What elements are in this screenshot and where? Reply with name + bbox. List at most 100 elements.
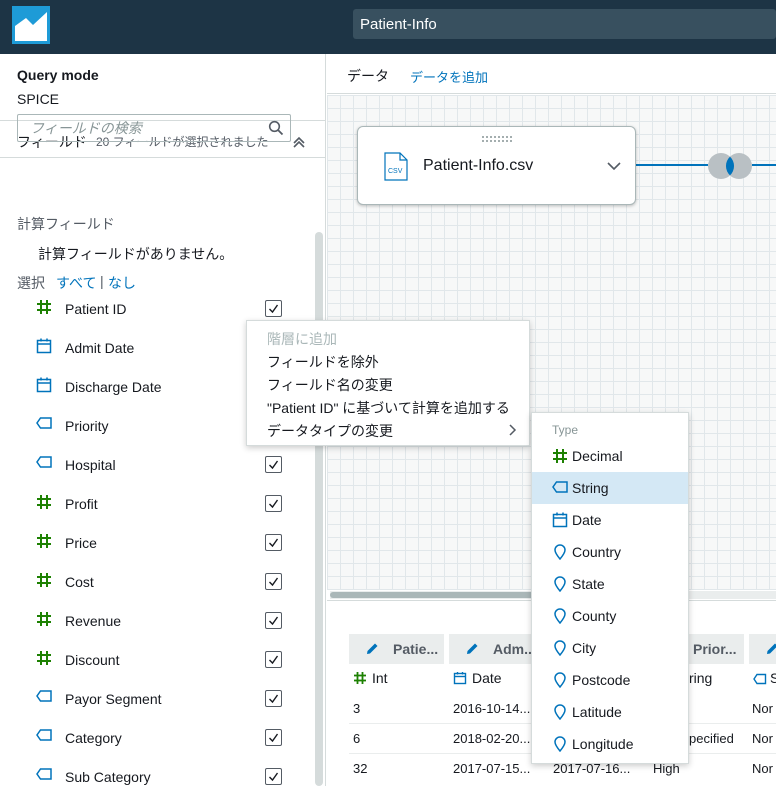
calc-fields-empty: 計算フィールドがありません。 bbox=[38, 246, 234, 262]
field-checkbox[interactable] bbox=[265, 651, 282, 668]
csv-file-icon: CSV bbox=[384, 152, 408, 181]
number-icon bbox=[36, 611, 56, 631]
type-option-country[interactable]: Country bbox=[532, 536, 688, 568]
dataset-title-input[interactable]: Patient-Info bbox=[353, 9, 776, 39]
type-option-city[interactable]: City bbox=[532, 632, 688, 664]
field-item[interactable]: Payor Segment bbox=[36, 689, 286, 709]
field-search-box[interactable] bbox=[17, 114, 291, 142]
column-header[interactable]: Adm... bbox=[449, 634, 544, 664]
type-option-state[interactable]: State bbox=[532, 568, 688, 600]
chevron-right-icon bbox=[507, 423, 517, 437]
string-icon bbox=[36, 728, 56, 748]
column-type-label[interactable]: Int bbox=[372, 670, 388, 686]
column-type-label[interactable]: S bbox=[770, 670, 776, 686]
field-item[interactable]: Patient ID bbox=[36, 299, 286, 319]
quicksight-logo-icon[interactable] bbox=[12, 6, 50, 44]
calendar-icon bbox=[36, 377, 56, 397]
type-option-date[interactable]: Date bbox=[532, 504, 688, 536]
field-checkbox[interactable] bbox=[265, 300, 282, 317]
search-icon[interactable] bbox=[268, 120, 284, 136]
table-cell: 2017-07-15... bbox=[453, 761, 531, 776]
csv-icon-text: CSV bbox=[388, 168, 403, 175]
menu-item-change-data-type[interactable]: データタイプの変更 bbox=[267, 421, 393, 441]
join-icon[interactable] bbox=[706, 151, 754, 181]
field-item[interactable]: Cost bbox=[36, 572, 286, 592]
location-pin-icon bbox=[552, 672, 568, 689]
number-icon bbox=[36, 533, 56, 553]
select-separator: | bbox=[100, 273, 104, 289]
number-icon bbox=[36, 299, 56, 319]
pencil-icon[interactable] bbox=[365, 642, 379, 656]
field-item[interactable]: Price bbox=[36, 533, 286, 553]
field-context-menu: 階層に追加 フィールドを除外 フィールド名の変更 "Patient ID" に基… bbox=[246, 320, 530, 446]
type-option-longitude[interactable]: Longitude bbox=[532, 728, 688, 760]
canvas-hscroll-thumb[interactable] bbox=[330, 592, 550, 598]
pencil-icon[interactable] bbox=[465, 642, 479, 656]
field-item[interactable]: Category bbox=[36, 728, 286, 748]
location-pin-icon bbox=[552, 736, 568, 753]
menu-item-exclude-field[interactable]: フィールドを除外 bbox=[267, 352, 379, 372]
chevron-down-icon[interactable] bbox=[606, 158, 622, 174]
calendar-icon bbox=[552, 512, 568, 528]
table-cell: 2018-02-20... bbox=[453, 731, 531, 746]
field-name: Admit Date bbox=[65, 340, 135, 356]
pencil-icon[interactable] bbox=[765, 642, 776, 656]
table-cell: pecified bbox=[689, 731, 734, 746]
drag-handle-icon[interactable] bbox=[481, 130, 513, 142]
string-icon bbox=[36, 767, 56, 786]
select-label: 選択 bbox=[17, 275, 45, 291]
menu-item-rename-field[interactable]: フィールド名の変更 bbox=[267, 375, 393, 395]
add-data-link[interactable]: データを追加 bbox=[410, 67, 488, 86]
column-type-label[interactable]: Date bbox=[472, 670, 502, 686]
table-cell: Nor bbox=[752, 761, 773, 776]
field-name: Patient ID bbox=[65, 301, 127, 317]
menu-item-add-to-hierarchy: 階層に追加 bbox=[267, 331, 337, 347]
dataset-card[interactable]: CSV Patient-Info.csv bbox=[357, 126, 636, 205]
string-icon bbox=[36, 416, 56, 436]
left-panel-scrollbar[interactable] bbox=[315, 232, 323, 786]
string-icon bbox=[36, 689, 56, 709]
type-option-string[interactable]: String bbox=[532, 472, 688, 504]
type-option-label: City bbox=[572, 640, 597, 656]
number-icon bbox=[552, 448, 568, 464]
field-item[interactable]: Hospital bbox=[36, 455, 286, 475]
column-header[interactable]: Patie... bbox=[349, 634, 444, 664]
type-option-label: Country bbox=[572, 544, 622, 560]
type-option-county[interactable]: County bbox=[532, 600, 688, 632]
data-type-submenu: Type Decimal String Date Country State County… bbox=[531, 412, 689, 764]
type-option-latitude[interactable]: Latitude bbox=[532, 696, 688, 728]
menu-item-add-calculation[interactable]: "Patient ID" に基づいて計算を追加する bbox=[267, 398, 510, 418]
column-header[interactable] bbox=[749, 634, 776, 664]
field-item[interactable]: Profit bbox=[36, 494, 286, 514]
type-option-label: Decimal bbox=[572, 448, 623, 464]
field-checkbox[interactable] bbox=[265, 495, 282, 512]
field-item[interactable]: Sub Category bbox=[36, 767, 286, 786]
type-option-postcode[interactable]: Postcode bbox=[532, 664, 688, 696]
type-option-label: Postcode bbox=[572, 672, 631, 688]
type-option-decimal[interactable]: Decimal bbox=[532, 440, 688, 472]
field-checkbox[interactable] bbox=[265, 729, 282, 746]
chevron-up-icon[interactable] bbox=[292, 134, 306, 148]
column-type-label[interactable]: ring bbox=[689, 670, 712, 686]
calendar-icon bbox=[36, 338, 56, 358]
field-search-input[interactable] bbox=[18, 115, 258, 141]
location-pin-icon bbox=[552, 640, 568, 657]
field-item[interactable]: Discount bbox=[36, 650, 286, 670]
field-checkbox[interactable] bbox=[265, 573, 282, 590]
field-checkbox[interactable] bbox=[265, 612, 282, 629]
join-connector-line bbox=[752, 164, 776, 166]
column-header-label: Patie... bbox=[393, 641, 439, 657]
query-mode-value[interactable]: SPICE bbox=[17, 91, 59, 107]
field-checkbox[interactable] bbox=[265, 690, 282, 707]
string-icon bbox=[36, 455, 56, 475]
field-checkbox[interactable] bbox=[265, 456, 282, 473]
field-checkbox[interactable] bbox=[265, 768, 282, 785]
field-checkbox[interactable] bbox=[265, 534, 282, 551]
table-cell: 3 bbox=[353, 701, 361, 716]
select-all-link[interactable]: すべて bbox=[56, 273, 96, 293]
field-item[interactable]: Revenue bbox=[36, 611, 286, 631]
location-pin-icon bbox=[552, 608, 568, 625]
field-name: Discharge Date bbox=[65, 379, 162, 395]
select-none-link[interactable]: なし bbox=[108, 273, 136, 293]
field-name: Revenue bbox=[65, 613, 122, 629]
